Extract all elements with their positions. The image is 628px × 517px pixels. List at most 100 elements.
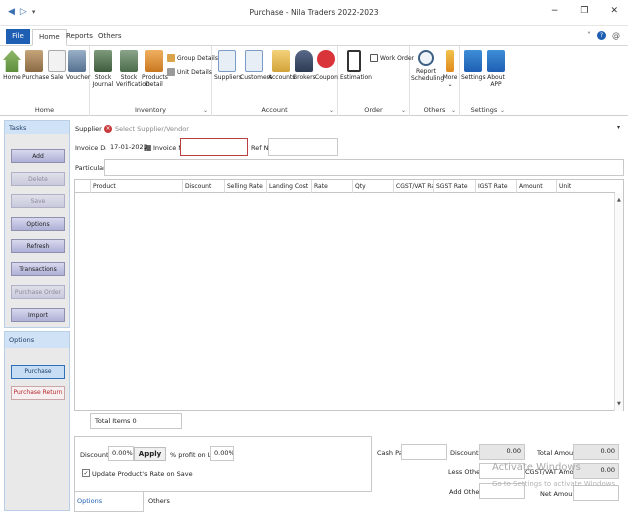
- transactions-button[interactable]: Transactions: [11, 262, 65, 276]
- particulars-input[interactable]: [104, 159, 624, 176]
- discount-percent-input[interactable]: 0.00%: [108, 446, 134, 461]
- activate-windows-watermark: Activate Windows: [492, 462, 581, 473]
- coupon-icon: [317, 50, 335, 68]
- group-details-button[interactable]: Group Details: [167, 54, 218, 62]
- sale-icon: [48, 50, 66, 72]
- add-button[interactable]: Add: [11, 149, 65, 163]
- settings-expander-icon[interactable]: ⌄: [500, 107, 505, 114]
- at-icon[interactable]: @: [612, 31, 620, 40]
- more-button[interactable]: More ⌄: [442, 50, 458, 88]
- stock-journal-icon: [94, 50, 112, 72]
- suppliers-button[interactable]: Suppliers: [214, 50, 242, 81]
- report-scheduling-label-2: Scheduling: [411, 75, 445, 82]
- purchase-return-option-button[interactable]: Purchase Return: [11, 386, 65, 400]
- purchase-option-button[interactable]: Purchase: [11, 365, 65, 379]
- stock-journal-button[interactable]: Stock Journal: [92, 50, 114, 88]
- import-button[interactable]: Import: [11, 308, 65, 322]
- col-sgst-rate[interactable]: SGST Rate: [434, 180, 476, 193]
- save-button[interactable]: Save: [11, 194, 65, 208]
- collapse-ribbon-icon[interactable]: ˄: [587, 31, 591, 40]
- window-title: Purchase - Nila Traders 2022-2023: [249, 8, 379, 17]
- refresh-button[interactable]: Refresh: [11, 239, 65, 253]
- scroll-up-icon[interactable]: ▲: [617, 197, 621, 203]
- brokers-button[interactable]: Brokers: [293, 50, 316, 81]
- ribbon-tabs: File Home Reports Others ˄ ? @: [0, 26, 628, 46]
- supplier-dropdown-icon[interactable]: ▾: [617, 124, 620, 131]
- col-rate[interactable]: Rate: [312, 180, 353, 193]
- help-icon[interactable]: ?: [597, 31, 606, 40]
- order-expander-icon[interactable]: ⌄: [401, 107, 406, 114]
- options-header: Options: [5, 332, 69, 348]
- more-label-1: More: [442, 74, 458, 81]
- report-scheduling-icon: [418, 50, 434, 66]
- close-button[interactable]: ✕: [610, 6, 618, 16]
- ref-no-input[interactable]: [268, 138, 338, 156]
- clear-supplier-icon[interactable]: ×: [104, 124, 112, 133]
- tab-others[interactable]: Others: [92, 30, 128, 46]
- col-cgst-vat-rate[interactable]: CGST/VAT Rate: [394, 180, 434, 193]
- products-detail-button[interactable]: Products Detail: [142, 50, 168, 88]
- col-landing-cost[interactable]: Landing Cost: [267, 180, 312, 193]
- options-button[interactable]: Options: [11, 217, 65, 231]
- col-selling-rate[interactable]: Selling Rate: [225, 180, 267, 193]
- product-grid[interactable]: Product Discount Selling Rate Landing Co…: [74, 179, 624, 411]
- brokers-icon: [295, 50, 313, 72]
- voucher-button[interactable]: Voucher: [66, 50, 90, 81]
- estimation-button[interactable]: Estimation: [340, 50, 372, 81]
- delete-button[interactable]: Delete: [11, 172, 65, 186]
- customers-icon: [245, 50, 263, 72]
- group-label-home: Home: [34, 106, 55, 114]
- work-order-button[interactable]: Work Order: [370, 54, 414, 62]
- col-igst-rate[interactable]: IGST Rate: [476, 180, 517, 193]
- inventory-expander-icon[interactable]: ⌄: [203, 107, 208, 114]
- unit-details-button[interactable]: Unit Details: [167, 68, 212, 76]
- grid-header: Product Discount Selling Rate Landing Co…: [75, 180, 615, 193]
- profit-on-lc-input[interactable]: 0.00%: [210, 446, 234, 461]
- suppliers-icon: [218, 50, 236, 72]
- col-amount[interactable]: Amount: [517, 180, 557, 193]
- update-rate-checkbox[interactable]: ✓: [82, 469, 90, 477]
- accounts-button[interactable]: Accounts: [268, 50, 295, 81]
- col-qty[interactable]: Qty: [353, 180, 394, 193]
- customers-button[interactable]: Customers: [240, 50, 272, 81]
- col-unit[interactable]: Unit: [557, 180, 615, 193]
- settings-button[interactable]: Settings: [461, 50, 486, 81]
- coupon-label: Coupon: [315, 74, 338, 81]
- col-product[interactable]: Product: [91, 180, 183, 193]
- stock-verification-button[interactable]: Stock Verification: [116, 50, 150, 88]
- invoice-no-input[interactable]: [180, 138, 248, 156]
- report-scheduling-button[interactable]: Report Scheduling: [411, 50, 445, 82]
- col-discount[interactable]: Discount: [183, 180, 225, 193]
- calendar-icon[interactable]: ▦: [144, 143, 152, 152]
- activate-windows-hint: Go to Settings to activate Windows.: [492, 480, 618, 488]
- purchase-order-button[interactable]: Purchase Order: [11, 285, 65, 299]
- minimize-button[interactable]: −: [551, 6, 559, 16]
- grid-vertical-scrollbar[interactable]: ▲ ▼: [614, 193, 623, 411]
- stock-verification-label-2: Verification: [116, 81, 150, 88]
- supplier-select[interactable]: × Select Supplier/Vendor: [104, 122, 626, 135]
- tab-bottom-options[interactable]: Options: [74, 492, 144, 512]
- stock-journal-label-1: Stock: [94, 74, 112, 81]
- cash-paid-input[interactable]: [401, 444, 447, 460]
- account-expander-icon[interactable]: ⌄: [329, 107, 334, 114]
- apply-button[interactable]: Apply: [134, 447, 166, 461]
- sale-button[interactable]: Sale: [48, 50, 66, 81]
- restore-button[interactable]: ❐: [580, 6, 588, 16]
- supplier-placeholder: Select Supplier/Vendor: [115, 124, 189, 133]
- products-detail-icon: [145, 50, 163, 72]
- tabrow-icons: ˄ ? @: [587, 31, 620, 40]
- tab-file[interactable]: File: [6, 29, 30, 44]
- coupon-button[interactable]: Coupon: [315, 50, 338, 81]
- tab-bottom-others[interactable]: Others: [146, 492, 206, 512]
- total-amount-value: 0.00: [573, 444, 619, 460]
- home-button[interactable]: Home: [3, 50, 21, 81]
- scroll-down-icon[interactable]: ▼: [617, 401, 621, 407]
- more-label-2: ⌄: [447, 81, 453, 88]
- stock-journal-label-2: Journal: [92, 81, 114, 88]
- others-expander-icon[interactable]: ⌄: [451, 107, 456, 114]
- estimation-icon: [347, 50, 361, 72]
- purchase-button[interactable]: Purchase: [22, 50, 49, 81]
- supplier-label: Supplier: [75, 125, 102, 133]
- ribbon-group-account: Suppliers Customers Accounts Brokers Cou…: [212, 46, 338, 116]
- about-app-button[interactable]: About APP: [485, 50, 507, 88]
